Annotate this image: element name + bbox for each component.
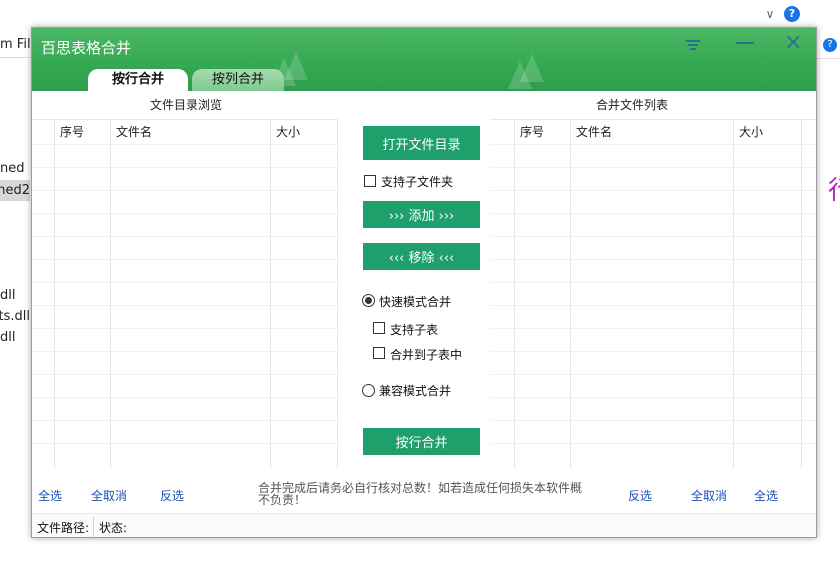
left-panel-caption: 文件目录浏览: [150, 98, 223, 112]
grid-line: [32, 305, 338, 306]
grid-line: [490, 144, 816, 145]
invert-selection-link-right[interactable]: 反选: [628, 487, 652, 504]
fast-mode-label: 快速模式合并: [379, 295, 452, 309]
menu-icon[interactable]: [684, 38, 702, 52]
column-header-filename[interactable]: 文件名: [570, 120, 612, 144]
background-divider: [0, 57, 32, 58]
help-icon[interactable]: ?: [823, 38, 837, 52]
grid-line: [490, 397, 816, 398]
grid-line: [270, 120, 271, 468]
tab-merge-by-column[interactable]: 按列合并: [192, 69, 284, 91]
select-all-link-left[interactable]: 全选: [38, 487, 62, 504]
grid-line: [32, 420, 338, 421]
background-file-item[interactable]: ats.dll: [0, 306, 30, 327]
background-partial-glyph: 行: [828, 170, 840, 207]
grid-line: [32, 351, 338, 352]
grid-line: [337, 120, 338, 468]
grid-line: [32, 236, 338, 237]
tree-decoration: [284, 52, 308, 80]
column-header-size[interactable]: 大小: [733, 120, 763, 144]
grid-line: [490, 259, 816, 260]
title-bar[interactable]: 百思表格合并 × 按行合并 按列合并: [32, 28, 816, 91]
support-sheets-checkbox[interactable]: [373, 322, 385, 334]
add-button[interactable]: ››› 添加 ›››: [363, 201, 480, 228]
grid-line: [490, 213, 816, 214]
merge-into-sheet-label: 合并到子表中: [390, 348, 463, 362]
file-path-label: 文件路径:: [37, 521, 90, 535]
open-directory-button[interactable]: 打开文件目录: [363, 126, 480, 160]
column-header-index[interactable]: 序号: [54, 120, 84, 144]
background-file-item[interactable]: ned: [0, 158, 30, 179]
column-header-filename[interactable]: 文件名: [110, 120, 152, 144]
grid-line: [32, 190, 338, 191]
compat-mode-label: 兼容模式合并: [379, 384, 452, 398]
help-icon[interactable]: ?: [784, 6, 800, 22]
chevron-down-icon[interactable]: ∨: [762, 6, 778, 22]
deselect-all-link-left[interactable]: 全取消: [91, 487, 127, 504]
background-right-panel: [816, 32, 840, 562]
status-divider: [93, 517, 94, 537]
include-subfolders-label: 支持子文件夹: [381, 175, 454, 189]
app-title: 百思表格合并: [41, 39, 132, 57]
fast-mode-radio[interactable]: [362, 294, 375, 307]
grid-line: [32, 397, 338, 398]
grid-line: [490, 443, 816, 444]
compat-mode-radio[interactable]: [362, 384, 375, 397]
right-panel-caption: 合并文件列表: [596, 98, 669, 112]
merge-into-sheet-checkbox[interactable]: [373, 347, 385, 359]
merge-app-window: 百思表格合并 × 按行合并 按列合并 文件目录浏览 序号 文件名 大小 打开文件…: [31, 27, 817, 538]
grid-line: [110, 120, 111, 468]
tab-merge-by-row[interactable]: 按行合并: [88, 69, 188, 91]
include-subfolders-checkbox[interactable]: [364, 175, 376, 187]
grid-line: [32, 144, 338, 145]
grid-line: [490, 305, 816, 306]
background-divider: [816, 58, 840, 59]
grid-line: [801, 120, 802, 468]
column-header-index[interactable]: 序号: [514, 120, 544, 144]
grid-line: [514, 120, 515, 468]
status-label: 状态:: [99, 521, 128, 535]
grid-line: [32, 282, 338, 283]
tree-decoration: [520, 54, 544, 82]
background-file-item[interactable]: dll: [0, 285, 30, 306]
grid-line: [32, 259, 338, 260]
grid-line: [32, 167, 338, 168]
grid-line: [32, 328, 338, 329]
grid-line: [570, 120, 571, 468]
close-icon[interactable]: ×: [784, 31, 802, 55]
grid-line: [490, 167, 816, 168]
file-browser-table[interactable]: 序号 文件名 大小: [32, 119, 338, 468]
grid-line: [32, 213, 338, 214]
minimize-icon[interactable]: [736, 42, 754, 44]
grid-line: [490, 374, 816, 375]
column-header-size[interactable]: 大小: [270, 120, 300, 144]
select-all-link-right[interactable]: 全选: [754, 487, 778, 504]
remove-button[interactable]: ‹‹‹ 移除 ‹‹‹: [363, 243, 480, 270]
grid-line: [490, 190, 816, 191]
background-address-text: m File: [0, 37, 32, 52]
grid-line: [490, 328, 816, 329]
grid-line: [733, 120, 734, 468]
grid-line: [32, 374, 338, 375]
merge-file-list-table[interactable]: 序号 文件名 大小: [490, 119, 816, 468]
grid-line: [54, 120, 55, 468]
invert-selection-link-left[interactable]: 反选: [160, 487, 184, 504]
disclaimer-notice: 合并完成后请务必自行核对总数！如若造成任何损失本软件概不负责！: [258, 481, 583, 507]
support-sheets-label: 支持子表: [390, 323, 439, 337]
grid-line: [490, 420, 816, 421]
merge-button[interactable]: 按行合并: [363, 428, 480, 455]
status-bar: 文件路径: 状态:: [32, 513, 816, 537]
background-file-item[interactable]: dll: [0, 327, 30, 348]
deselect-all-link-right[interactable]: 全取消: [691, 487, 727, 504]
grid-line: [32, 443, 338, 444]
grid-line: [490, 282, 816, 283]
grid-line: [490, 236, 816, 237]
grid-line: [490, 351, 816, 352]
background-file-item-selected[interactable]: ned2: [0, 180, 30, 201]
